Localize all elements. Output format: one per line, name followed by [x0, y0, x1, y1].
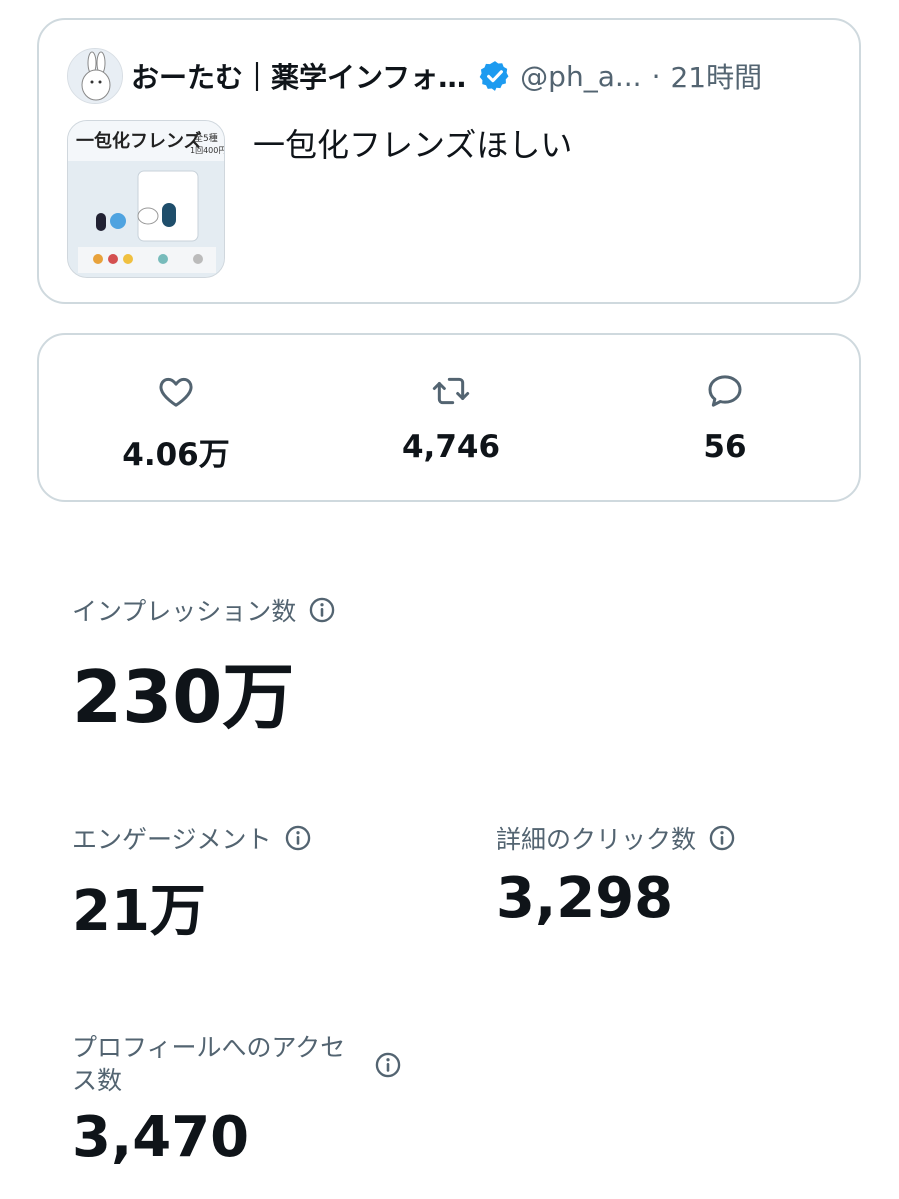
engagements-value: 21万 — [72, 879, 206, 944]
tweet-text: 一包化フレンズほしい — [253, 126, 573, 164]
tweet-header: おーたむ｜薬学インフォ… @ph_a... · 21時間 — [131, 54, 835, 98]
reply-bubble-icon — [708, 375, 742, 407]
info-icon[interactable] — [284, 824, 312, 852]
thumb-price: 1回400円 — [190, 146, 225, 155]
rabbit-avatar-icon — [68, 49, 122, 103]
author-name[interactable]: おーたむ｜薬学インフォ… — [131, 56, 466, 96]
separator-dot: · — [651, 59, 661, 93]
retweet-count: 4,746 — [401, 429, 501, 465]
impressions-value: 230万 — [72, 655, 295, 739]
like-stat[interactable]: 4.06万 — [76, 371, 276, 474]
info-icon[interactable] — [374, 1051, 402, 1079]
detail-clicks-label: 詳細のクリック数 — [496, 825, 697, 854]
author-handle[interactable]: @ph_a... — [520, 60, 641, 93]
engagements-label: エンゲージメント — [72, 825, 272, 854]
tweet-time[interactable]: 21時間 — [670, 56, 762, 96]
heart-icon — [159, 377, 193, 407]
profile-visits-metric: プロフィールへのアクセス数 3,470 — [72, 1032, 402, 1170]
impressions-label: インプレッション数 — [72, 597, 297, 626]
detail-clicks-value: 3,298 — [496, 866, 674, 931]
info-icon[interactable] — [708, 824, 736, 852]
thumb-title: 一包化フレンズ — [76, 130, 202, 152]
detail-clicks-metric: 詳細のクリック数 3,298 — [496, 820, 736, 931]
profile-visits-label: プロフィールへのアクセス数 — [72, 1033, 346, 1095]
profile-visits-value: 3,470 — [72, 1105, 250, 1170]
impressions-metric: インプレッション数 230万 — [72, 592, 336, 743]
verified-badge-icon — [479, 61, 509, 91]
engagements-metric: エンゲージメント 21万 — [72, 820, 312, 947]
reply-count: 56 — [703, 429, 747, 465]
product-image: 一包化フレンズ 全5種 1回400円 — [68, 121, 225, 277]
avatar[interactable] — [67, 48, 123, 104]
info-icon[interactable] — [308, 596, 336, 624]
retweet-icon — [432, 377, 470, 405]
thumb-badge: 全5種 — [194, 132, 218, 144]
tweet-thumbnail[interactable]: 一包化フレンズ 全5種 1回400円 — [67, 120, 225, 278]
reply-stat[interactable]: 56 — [625, 371, 825, 465]
retweet-stat[interactable]: 4,746 — [351, 371, 551, 465]
engagement-stats-card: 4.06万 4,746 56 — [37, 333, 861, 502]
tweet-card[interactable]: おーたむ｜薬学インフォ… @ph_a... · 21時間 一包化フレンズ 全5種… — [37, 18, 861, 304]
like-count: 4.06万 — [122, 437, 230, 473]
